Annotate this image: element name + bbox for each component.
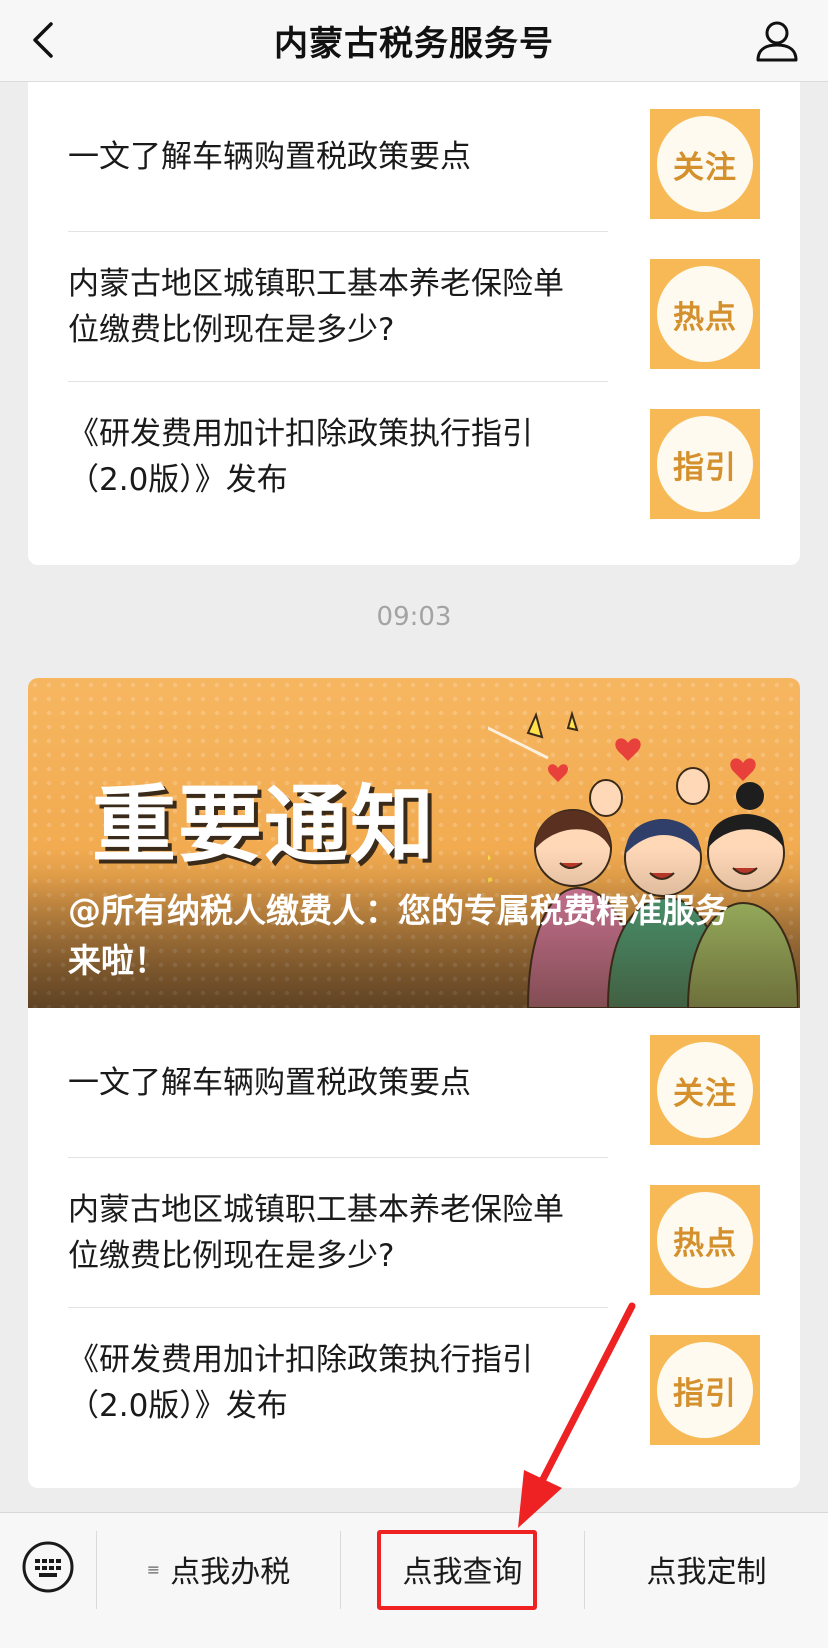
article-thumbnail: 关注 xyxy=(650,1035,760,1145)
menu-item-label: 点我定制 xyxy=(646,1555,767,1590)
article-card: 一文了解车辆购置税政策要点 关注 内蒙古地区城镇职工基本养老保险单位缴费比例现在… xyxy=(28,82,800,565)
article-row[interactable]: 内蒙古地区城镇职工基本养老保险单位缴费比例现在是多少? 热点 xyxy=(68,1158,760,1308)
article-title: 一文了解车辆购置税政策要点 xyxy=(68,1065,471,1101)
thumbnail-badge: 关注 xyxy=(657,116,753,212)
article-title: 《研发费用加计扣除政策执行指引（2.0版）》发布 xyxy=(68,416,533,498)
thumbnail-badge: 热点 xyxy=(657,1192,753,1288)
article-thumbnail: 指引 xyxy=(650,1335,760,1445)
highlight-box xyxy=(377,1530,537,1610)
article-row[interactable]: 《研发费用加计扣除政策执行指引（2.0版）》发布 指引 xyxy=(68,382,760,532)
article-title: 一文了解车辆购置税政策要点 xyxy=(68,139,471,175)
top-bar: 内蒙古税务服务号 xyxy=(0,0,828,82)
article-thumbnail: 热点 xyxy=(650,1185,760,1295)
page-title: 内蒙古税务服务号 xyxy=(274,24,554,64)
cover-article[interactable]: 重要通知 @所有纳税人缴费人：您的专属税费精准服务来啦！ xyxy=(28,678,800,1008)
thumbnail-badge: 关注 xyxy=(657,1042,753,1138)
submenu-icon: ≡ xyxy=(146,1559,161,1579)
article-thumbnail: 热点 xyxy=(650,259,760,369)
banner-headline: 重要通知 xyxy=(92,776,437,874)
thumbnail-badge: 指引 xyxy=(657,416,753,512)
red-arrow-icon xyxy=(518,1302,636,1528)
article-row[interactable]: 《研发费用加计扣除政策执行指引（2.0版）》发布 指引 xyxy=(68,1308,760,1458)
article-row[interactable]: 一文了解车辆购置税政策要点 关注 xyxy=(68,1008,760,1158)
thumbnail-badge: 热点 xyxy=(657,266,753,362)
article-row[interactable]: 一文了解车辆购置税政策要点 关注 xyxy=(68,82,760,232)
menu-item-label: 点我办税 xyxy=(170,1555,291,1590)
article-title: 内蒙古地区城镇职工基本养老保险单位缴费比例现在是多少? xyxy=(68,266,564,348)
back-button[interactable] xyxy=(22,18,66,62)
article-row[interactable]: 内蒙古地区城镇职工基本养老保险单位缴费比例现在是多少? 热点 xyxy=(68,232,760,382)
chevron-left-icon xyxy=(33,22,53,58)
article-thumbnail: 关注 xyxy=(650,109,760,219)
article-thumbnail: 指引 xyxy=(650,409,760,519)
profile-button[interactable] xyxy=(754,18,800,64)
article-card: 重要通知 @所有纳税人缴费人：您的专属税费精准服务来啦！ 一文了解车辆购置税政策… xyxy=(28,678,800,1488)
person-icon xyxy=(756,21,798,62)
cover-article-title: @所有纳税人缴费人：您的专属税费精准服务来啦！ xyxy=(68,891,728,980)
menu-item-handle-tax[interactable]: ≡ 点我办税 xyxy=(97,1513,340,1625)
message-list[interactable]: 一文了解车辆购置税政策要点 关注 内蒙古地区城镇职工基本养老保险单位缴费比例现在… xyxy=(0,82,828,1512)
keyboard-toggle-button[interactable] xyxy=(20,1539,76,1595)
thumbnail-badge: 指引 xyxy=(657,1342,753,1438)
keyboard-icon xyxy=(22,1541,74,1593)
article-title: 内蒙古地区城镇职工基本养老保险单位缴费比例现在是多少? xyxy=(68,1192,564,1274)
message-timestamp: 09:03 xyxy=(376,602,452,632)
